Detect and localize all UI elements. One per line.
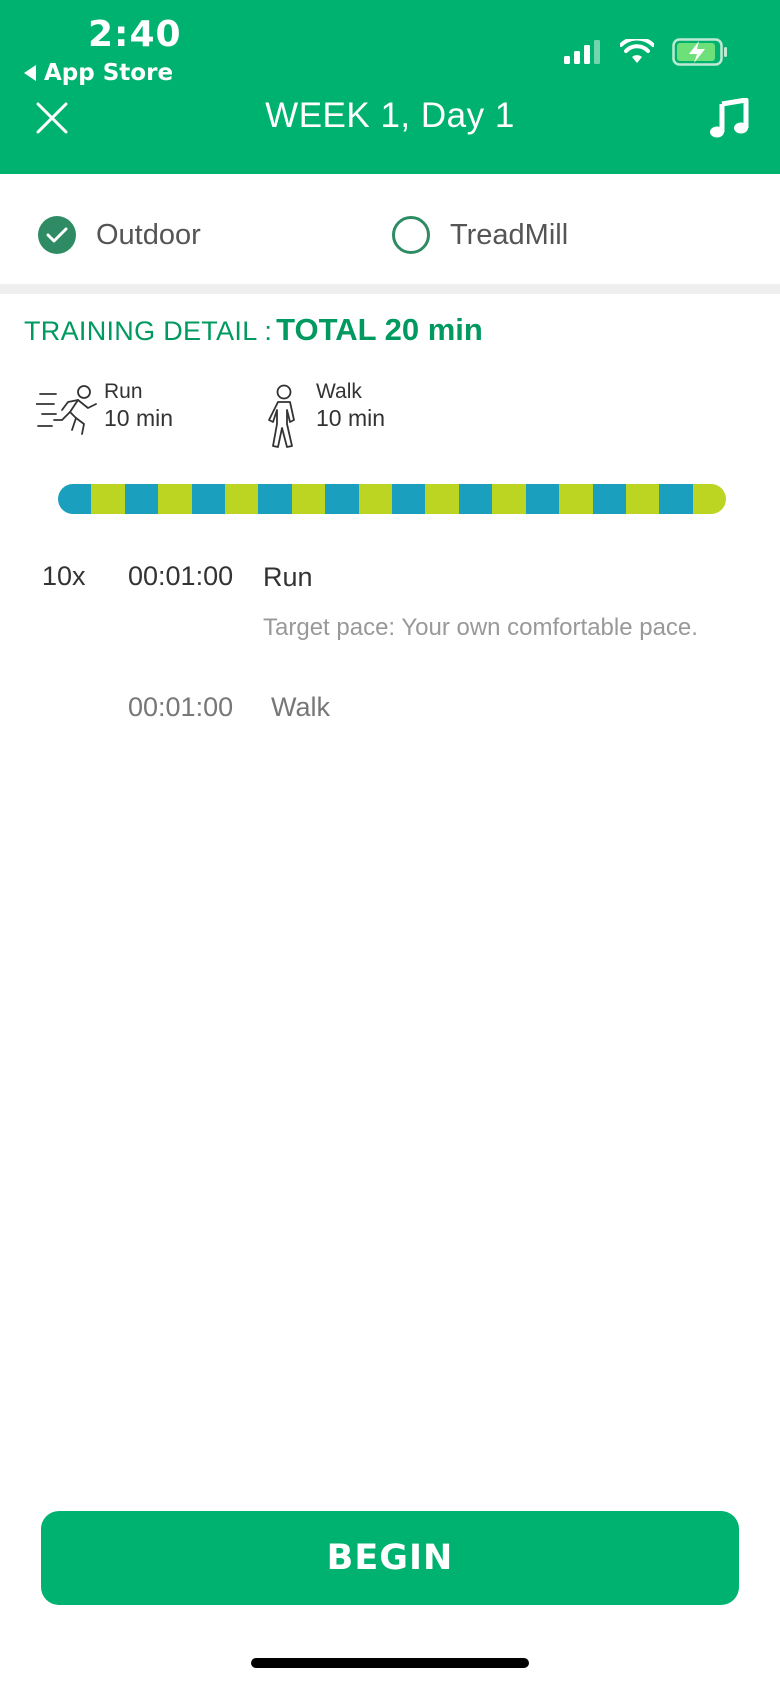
back-to-app-store-link[interactable]: App Store	[24, 60, 173, 86]
pattern-segment-walk	[692, 484, 726, 514]
cellular-signal-icon	[564, 40, 600, 64]
mode-option-outdoor[interactable]: Outdoor	[38, 216, 201, 254]
mode-label-treadmill: TreadMill	[450, 218, 569, 251]
home-indicator[interactable]	[251, 1658, 529, 1668]
walk-summary-text: Walk 10 min	[316, 378, 385, 432]
pattern-segment-run	[191, 484, 226, 514]
training-total: TOTAL 20 min	[276, 312, 483, 347]
back-arrow-icon	[24, 65, 36, 81]
empty-radio-icon[interactable]	[392, 216, 430, 254]
status-time: 2:40	[88, 14, 182, 55]
walk-interval-name: Walk	[271, 692, 330, 722]
section-divider	[0, 284, 780, 294]
run-summary-text: Run 10 min	[104, 378, 173, 432]
back-label: App Store	[44, 60, 174, 86]
training-detail-title: TRAINING DETAIL : TOTAL 20 min	[24, 312, 483, 348]
pattern-segment-run	[258, 484, 292, 514]
pattern-segment-walk	[358, 484, 393, 514]
run-interval-time: 00:01:00	[128, 561, 234, 591]
run-interval-name: Run	[263, 562, 313, 592]
walk-interval-time: 00:01:00	[128, 692, 234, 722]
training-detail-label: TRAINING DETAIL :	[24, 316, 273, 346]
walk-summary: Walk 10 min	[258, 378, 385, 452]
battery-charging-icon	[672, 38, 727, 66]
mode-label-outdoor: Outdoor	[96, 218, 201, 251]
pattern-segment-run	[325, 484, 359, 514]
pattern-segment-walk	[492, 484, 526, 514]
pattern-segment-walk	[91, 484, 125, 514]
pattern-segment-walk	[225, 484, 259, 514]
run-label: Run	[104, 380, 143, 403]
pattern-segment-run	[592, 484, 626, 514]
pattern-segment-run	[525, 484, 560, 514]
pattern-segment-run	[58, 484, 92, 514]
mode-selector: Outdoor TreadMill	[0, 174, 780, 284]
walking-person-icon	[268, 384, 295, 448]
pattern-segment-walk	[425, 484, 459, 514]
interval-repeat-count: 10x	[42, 561, 86, 591]
running-person-icon	[36, 385, 97, 435]
pattern-segment-walk	[625, 484, 660, 514]
pattern-segment-run	[124, 484, 159, 514]
walk-label: Walk	[316, 380, 362, 403]
wifi-icon	[620, 39, 654, 63]
interval-pattern-bar	[58, 484, 726, 514]
begin-button[interactable]: BEGIN	[41, 1511, 739, 1605]
header-bar: 2:40 App Store WEEK 1, Day 1	[0, 0, 780, 174]
page-title: WEEK 1, Day 1	[265, 96, 515, 135]
mode-option-treadmill[interactable]: TreadMill	[392, 216, 568, 254]
music-note-icon[interactable]	[708, 98, 750, 140]
pattern-segment-run	[392, 484, 426, 514]
run-target-pace: Target pace: Your own comfortable pace.	[263, 614, 698, 641]
walk-duration: 10 min	[316, 405, 386, 431]
pattern-segment-walk	[158, 484, 192, 514]
checkmark-radio-icon[interactable]	[38, 216, 76, 254]
pattern-segment-run	[458, 484, 493, 514]
pattern-segment-run	[659, 484, 693, 514]
pattern-segment-walk	[291, 484, 326, 514]
status-icons	[564, 38, 728, 66]
run-summary: Run 10 min	[36, 378, 173, 442]
run-duration: 10 min	[104, 405, 174, 431]
pattern-segment-walk	[559, 484, 593, 514]
